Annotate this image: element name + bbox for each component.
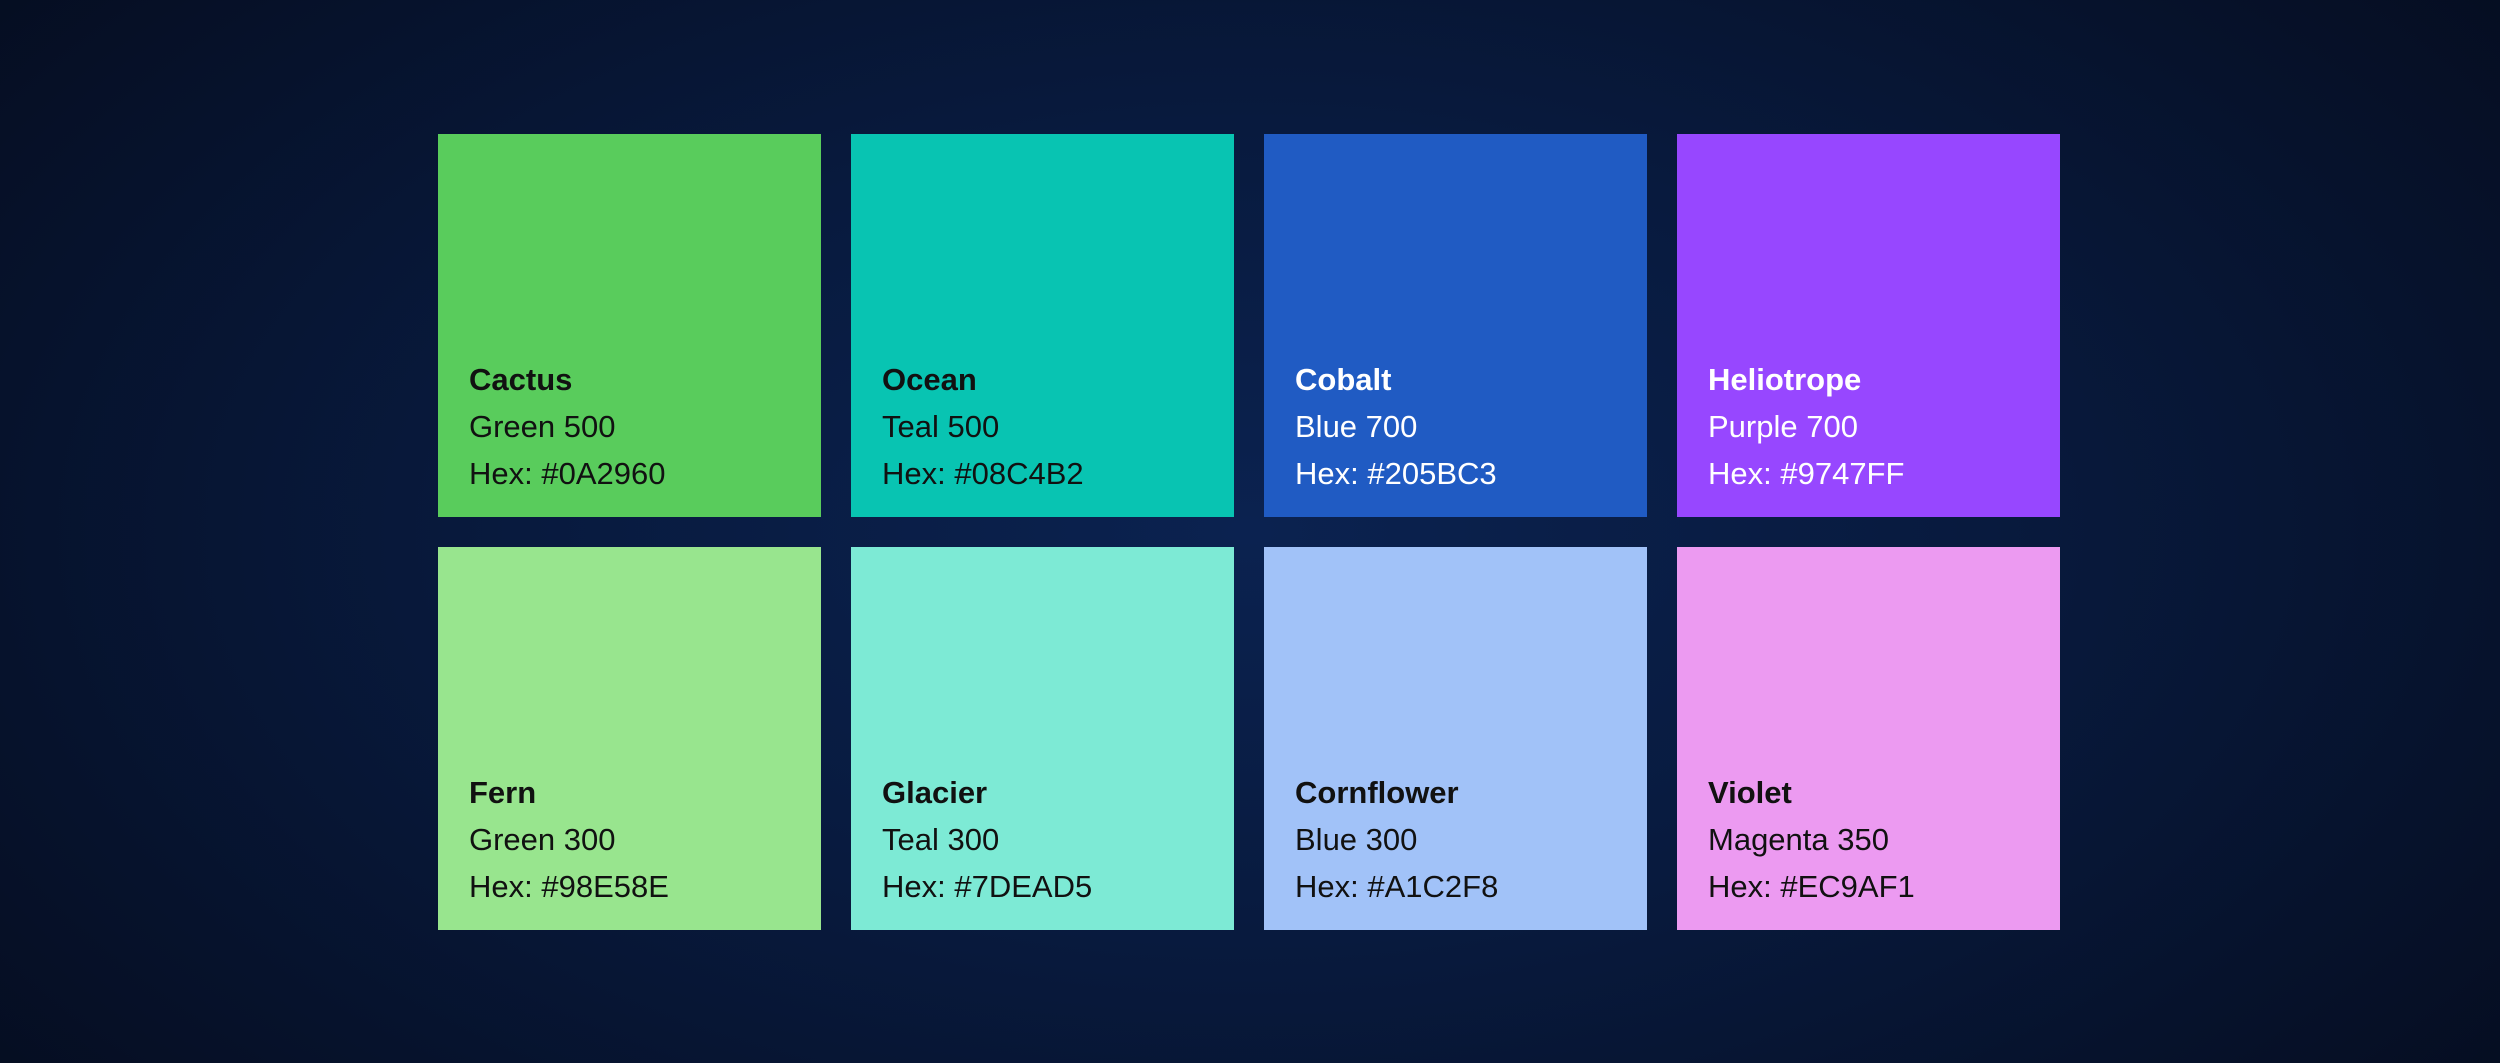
palette-page: { "swatches": [ {"name": "Cactus", "shad… (0, 0, 2500, 1063)
swatch-shade: Blue 300 (1295, 822, 1418, 857)
swatch-name: Cobalt (1295, 362, 1392, 397)
swatch-heliotrope: Heliotrope Purple 700 Hex: #9747FF (1677, 134, 2060, 517)
swatch-name: Heliotrope (1708, 362, 1862, 397)
swatch-glacier: Glacier Teal 300 Hex: #7DEAD5 (851, 547, 1234, 930)
swatch-hex: Hex: #98E58E (469, 869, 669, 904)
swatch-violet: Violet Magenta 350 Hex: #EC9AF1 (1677, 547, 2060, 930)
swatch-shade: Green 300 (469, 822, 616, 857)
swatch-hex: Hex: #7DEAD5 (882, 869, 1093, 904)
swatch-info: Ocean Teal 500 Hex: #08C4B2 (882, 356, 1084, 497)
swatch-info: Cactus Green 500 Hex: #0A2960 (469, 356, 665, 497)
swatch-info: Cobalt Blue 700 Hex: #205BC3 (1295, 356, 1497, 497)
swatch-name: Ocean (882, 362, 977, 397)
swatch-name: Violet (1708, 775, 1792, 810)
swatch-info: Cornflower Blue 300 Hex: #A1C2F8 (1295, 769, 1498, 910)
swatch-hex: Hex: #0A2960 (469, 456, 666, 491)
swatch-ocean: Ocean Teal 500 Hex: #08C4B2 (851, 134, 1234, 517)
swatch-hex: Hex: #08C4B2 (882, 456, 1084, 491)
swatch-info: Glacier Teal 300 Hex: #7DEAD5 (882, 769, 1092, 910)
swatch-name: Fern (469, 775, 537, 810)
swatch-cornflower: Cornflower Blue 300 Hex: #A1C2F8 (1264, 547, 1647, 930)
swatch-shade: Green 500 (469, 409, 616, 444)
swatch-info: Violet Magenta 350 Hex: #EC9AF1 (1708, 769, 1915, 910)
swatch-shade: Purple 700 (1708, 409, 1858, 444)
swatch-hex: Hex: #EC9AF1 (1708, 869, 1915, 904)
swatch-cactus: Cactus Green 500 Hex: #0A2960 (438, 134, 821, 517)
swatch-shade: Teal 500 (882, 409, 1000, 444)
swatch-hex: Hex: #9747FF (1708, 456, 1905, 491)
swatch-grid: Cactus Green 500 Hex: #0A2960 Ocean Teal… (438, 134, 2060, 930)
swatch-name: Cactus (469, 362, 573, 397)
swatch-cobalt: Cobalt Blue 700 Hex: #205BC3 (1264, 134, 1647, 517)
swatch-hex: Hex: #A1C2F8 (1295, 869, 1499, 904)
swatch-info: Heliotrope Purple 700 Hex: #9747FF (1708, 356, 1904, 497)
swatch-shade: Teal 300 (882, 822, 1000, 857)
swatch-hex: Hex: #205BC3 (1295, 456, 1497, 491)
swatch-info: Fern Green 300 Hex: #98E58E (469, 769, 669, 910)
swatch-shade: Magenta 350 (1708, 822, 1889, 857)
swatch-fern: Fern Green 300 Hex: #98E58E (438, 547, 821, 930)
swatch-name: Cornflower (1295, 775, 1459, 810)
swatch-shade: Blue 700 (1295, 409, 1418, 444)
swatch-name: Glacier (882, 775, 988, 810)
